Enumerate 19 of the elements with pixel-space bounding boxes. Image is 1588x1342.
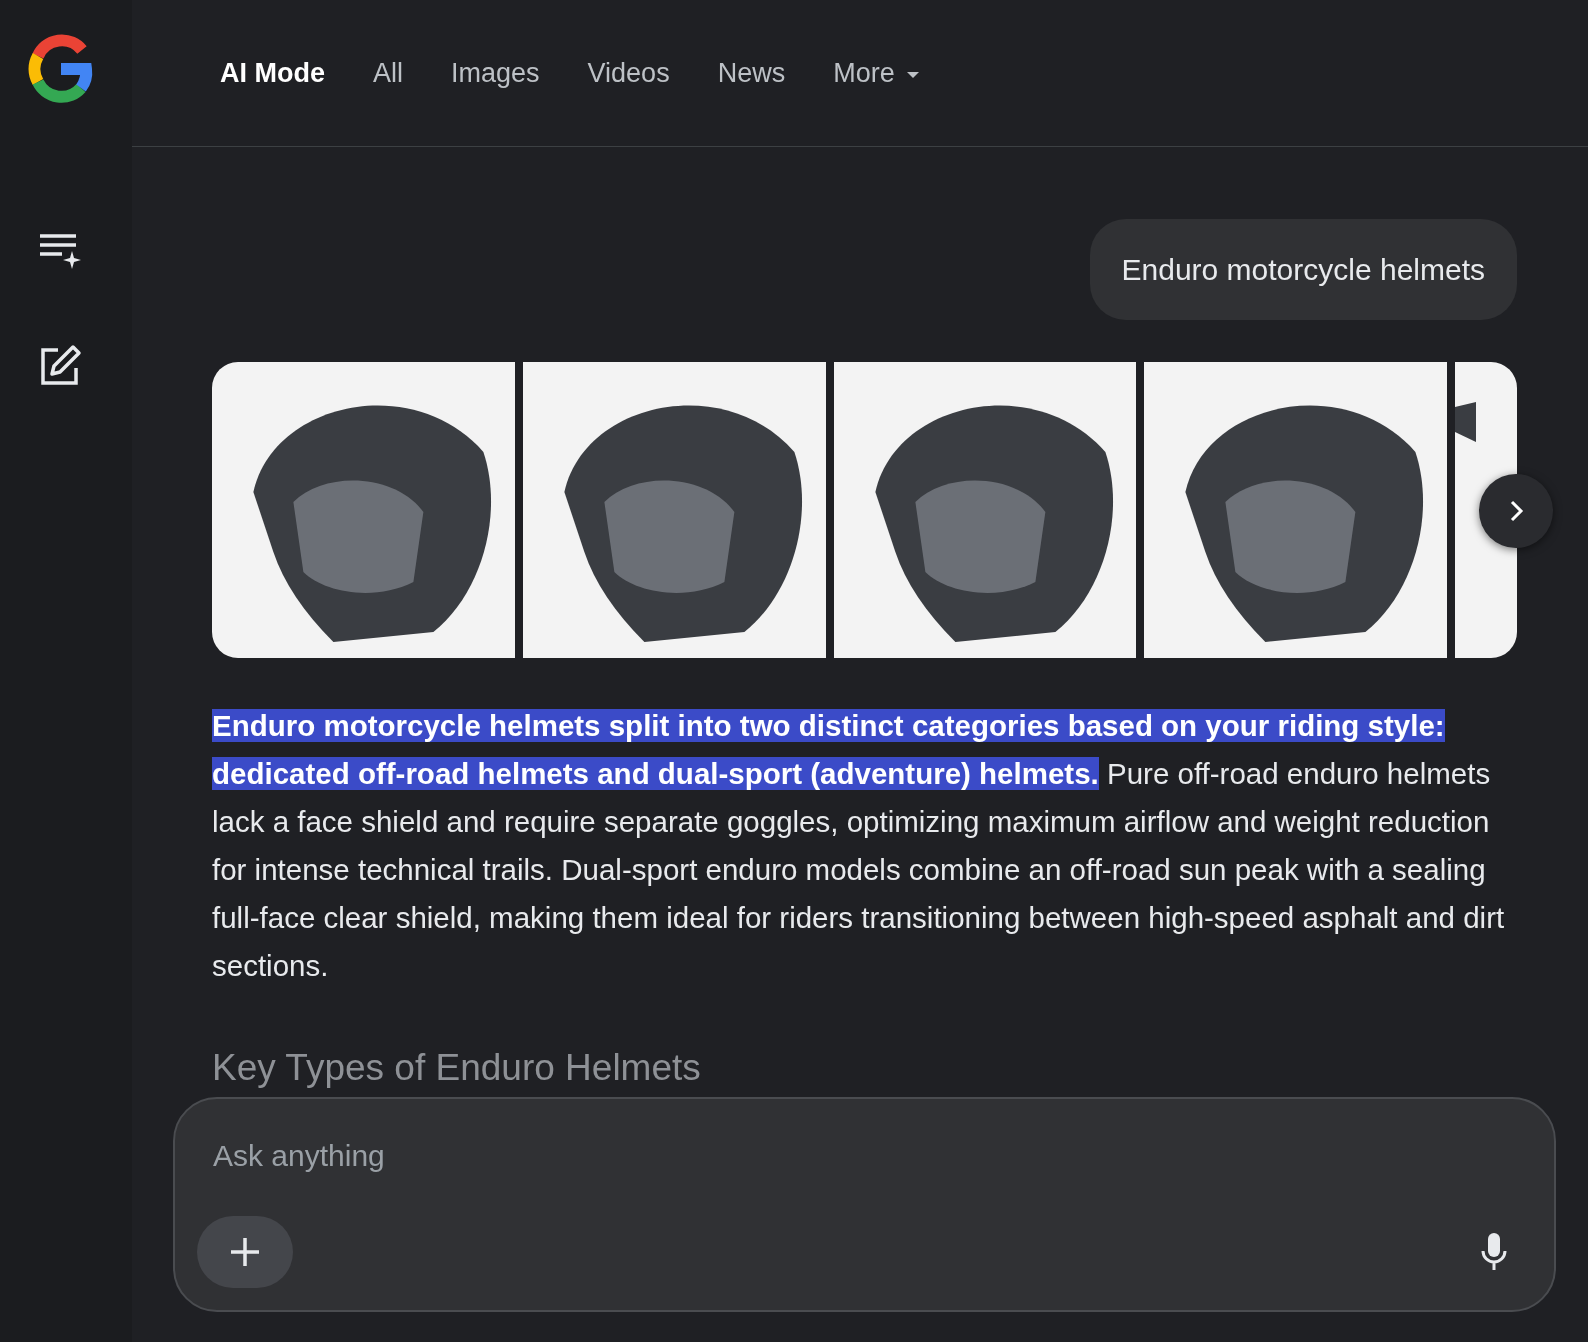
photo-placeholder[interactable] xyxy=(522,362,826,658)
caret-icon xyxy=(906,71,919,78)
nav-tab[interactable]: All xyxy=(373,52,403,94)
section-heading: Key Types of Enduro Helmets xyxy=(212,1046,702,1090)
photo-placeholder[interactable] xyxy=(833,362,1137,658)
ask-field[interactable]: Ask anything xyxy=(197,1133,1532,1178)
nav-tab[interactable]: Videos xyxy=(587,52,670,94)
nav-tab[interactable]: More xyxy=(833,52,919,94)
plus-icon xyxy=(230,1237,260,1267)
photo-placeholder[interactable] xyxy=(212,362,515,658)
photo-placeholder[interactable] xyxy=(1144,362,1447,658)
nav-tab[interactable]: News xyxy=(717,52,786,94)
query-bubble: Enduro motorcycle helmets xyxy=(1089,219,1517,320)
edit-icon[interactable] xyxy=(38,344,82,388)
nav-tab[interactable]: AI Mode xyxy=(220,52,325,94)
answer-paragraph: Enduro motorcycle helmets split into two distinct categories based on your riding style: dedicated off-road helmets and dual-sport (adventure) helmets. Pure off-road enduro helmets lack a face shield and require separate goggles, optimizing maximum airflow and weight reduction for intense technical trails. Dual-sport enduro models combine an off-road sun peak with a sealing full-face clear shield, making them ideal for riders transitioning between high-speed asphalt and dirt sections. xyxy=(212,708,1506,984)
microphone-icon[interactable] xyxy=(1480,1232,1508,1272)
next-button[interactable] xyxy=(1479,474,1553,548)
nav-tab[interactable]: Images xyxy=(451,52,540,94)
